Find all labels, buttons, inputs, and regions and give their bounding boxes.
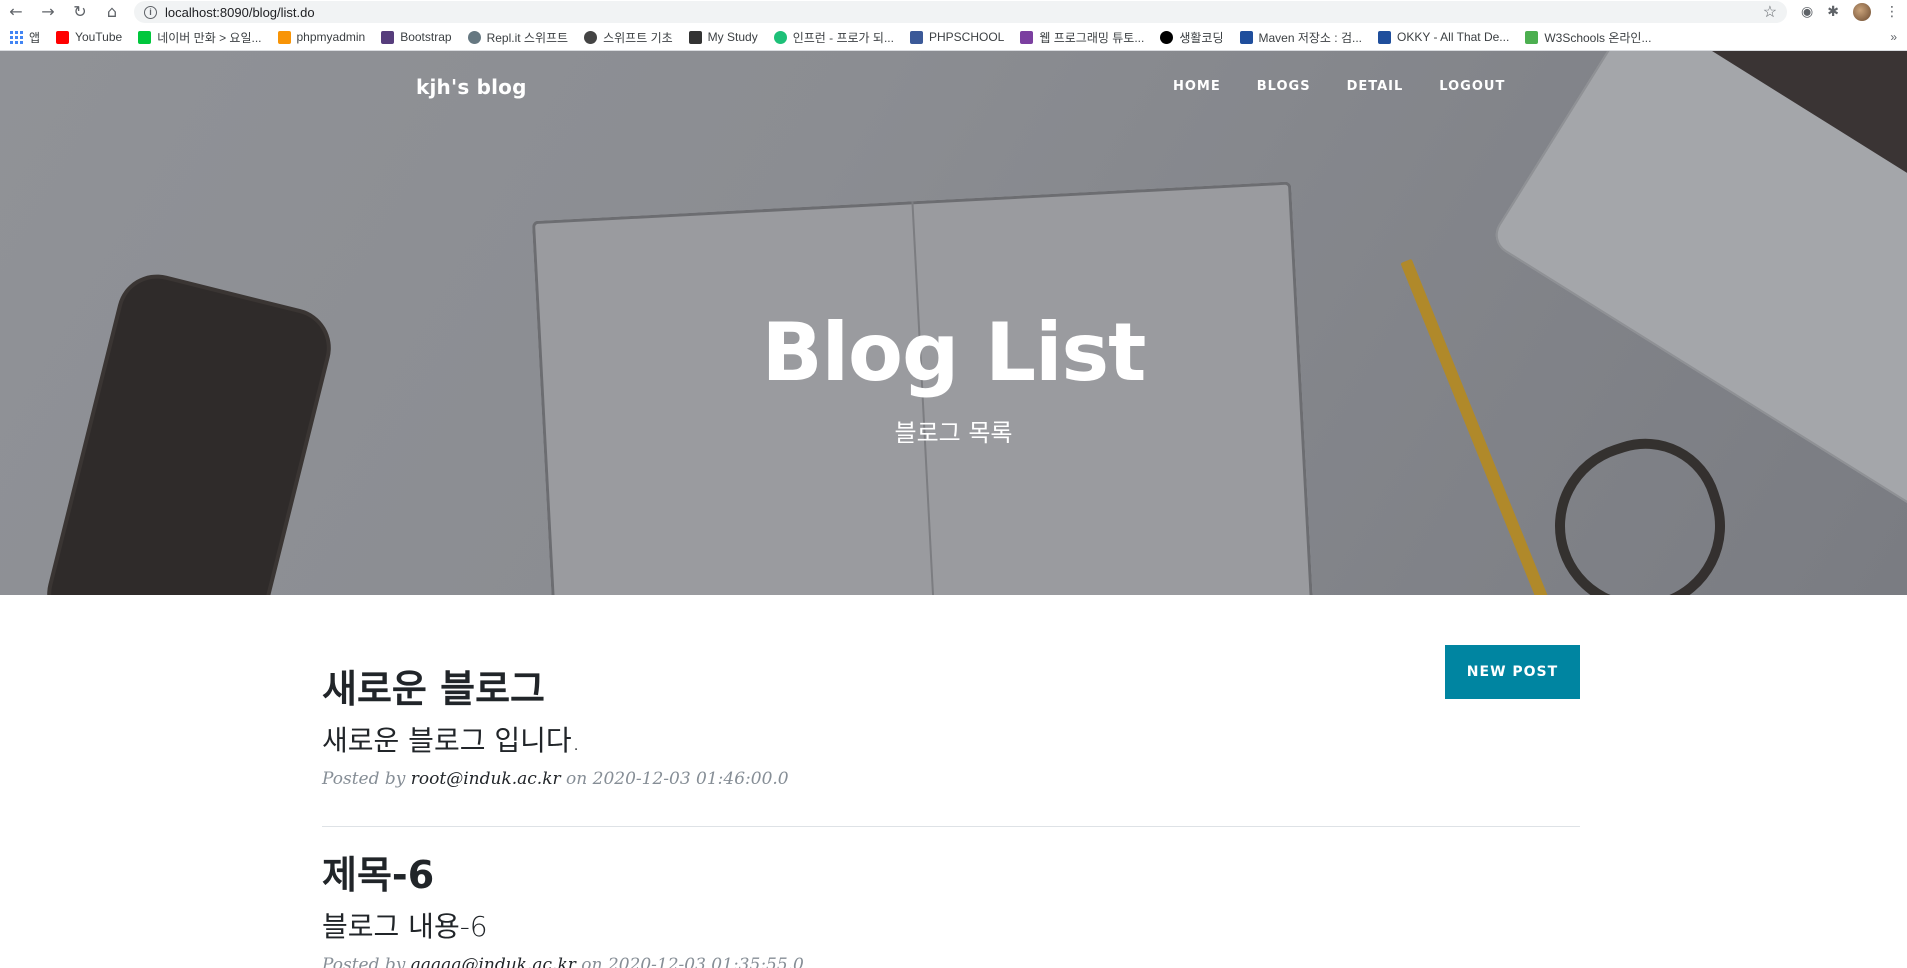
- info-icon[interactable]: i: [144, 5, 157, 19]
- apps-grid-icon: [10, 30, 23, 44]
- post-title[interactable]: 새로운 블로그: [322, 667, 1580, 713]
- bookmark-item[interactable]: 스위프트 기초: [584, 29, 673, 46]
- home-icon[interactable]: ⌂: [104, 4, 120, 20]
- bookmark-item[interactable]: My Study: [688, 30, 758, 44]
- bookmark-item[interactable]: Repl.it 스위프트: [467, 29, 568, 46]
- post-author[interactable]: aaaaa@induk.ac.kr: [411, 955, 576, 968]
- bookmark-item[interactable]: 인프런 - 프로가 되...: [773, 29, 894, 46]
- bookmark-item[interactable]: OKKY - All That De...: [1378, 30, 1509, 44]
- menu-dots-icon[interactable]: ⋮: [1885, 4, 1899, 20]
- globe-icon: [584, 30, 598, 44]
- post-date: 2020-12-03 01:35:55.0: [607, 954, 804, 968]
- profile-avatar[interactable]: [1853, 3, 1871, 21]
- bookmark-item[interactable]: PHPSCHOOL: [909, 30, 1004, 44]
- bookmark-item[interactable]: 네이버 만화 > 요일...: [138, 29, 262, 46]
- post-subtitle[interactable]: 새로운 블로그 입니다.: [322, 719, 1580, 759]
- brand-link[interactable]: kjh's blog: [416, 75, 527, 99]
- bookmark-item[interactable]: Bootstrap: [381, 30, 452, 44]
- youtube-icon: [56, 30, 70, 44]
- post-meta: Posted by aaaaa@induk.ac.kr on 2020-12-0…: [322, 955, 1580, 968]
- page-subtitle: 블로그 목록: [894, 419, 1013, 447]
- browser-nav-buttons: ← → ↻ ⌂: [8, 4, 120, 20]
- nav-blogs[interactable]: BLOGS: [1257, 79, 1311, 94]
- post-meta: Posted by root@induk.ac.kr on 2020-12-03…: [322, 768, 789, 789]
- post-date: 2020-12-03 01:46:00.0: [592, 768, 789, 789]
- bookmarks-overflow-icon[interactable]: »: [1890, 30, 1897, 44]
- post-preview[interactable]: 새로운 블로그 새로운 블로그 입니다. Posted by root@indu…: [322, 667, 1580, 789]
- okky-icon: [1378, 30, 1392, 44]
- maven-icon: [1239, 30, 1253, 44]
- post-preview[interactable]: 제목-6 블로그 내용-6 Posted by aaaaa@induk.ac.k…: [322, 853, 1580, 968]
- url-text[interactable]: localhost:8090/blog/list.do: [165, 5, 315, 20]
- nav-home[interactable]: HOME: [1173, 79, 1221, 94]
- extensions-icon[interactable]: ✱: [1827, 4, 1839, 20]
- nav-logout[interactable]: LOGOUT: [1439, 79, 1505, 94]
- main-navbar: kjh's blog HOME BLOGS DETAIL LOGOUT: [0, 69, 1907, 109]
- browser-toolbar: ← → ↻ ⌂ i localhost:8090/blog/list.do ☆ …: [0, 0, 1907, 24]
- hero-header: kjh's blog HOME BLOGS DETAIL LOGOUT Blog…: [0, 51, 1907, 595]
- code-icon: [1020, 30, 1034, 44]
- address-bar[interactable]: i localhost:8090/blog/list.do ☆: [134, 1, 1788, 23]
- camera-icon[interactable]: ◉: [1801, 4, 1813, 20]
- bookmark-item[interactable]: 생활코딩: [1160, 29, 1224, 46]
- w3schools-icon: [1525, 30, 1539, 44]
- naver-webtoon-icon: [138, 30, 152, 44]
- reload-icon[interactable]: ↻: [72, 4, 88, 20]
- bookmark-item[interactable]: YouTube: [56, 30, 122, 44]
- bookmark-item[interactable]: W3Schools 온라인...: [1525, 29, 1651, 46]
- post-list: NEW POST 새로운 블로그 새로운 블로그 입니다. Posted by …: [0, 595, 1907, 968]
- bookmark-item[interactable]: Maven 저장소 : 검...: [1239, 29, 1362, 46]
- post-divider: [322, 826, 1580, 827]
- inflearn-icon: [773, 30, 787, 44]
- phpmyadmin-icon: [277, 30, 291, 44]
- opentutorials-icon: [1160, 30, 1174, 44]
- bookmark-item[interactable]: 웹 프로그래밍 튜토...: [1020, 29, 1144, 46]
- browser-extension-icons: ◉ ✱ ⋮: [1801, 3, 1899, 21]
- page-title: Blog List: [761, 306, 1147, 399]
- post-author[interactable]: root@induk.ac.kr: [411, 769, 561, 789]
- nav-detail[interactable]: DETAIL: [1347, 79, 1404, 94]
- post-subtitle[interactable]: 블로그 내용-6: [322, 905, 1580, 945]
- bookmark-star-icon[interactable]: ☆: [1763, 2, 1777, 22]
- replit-icon: [467, 30, 481, 44]
- bootstrap-icon: [381, 30, 395, 44]
- back-icon[interactable]: ←: [8, 4, 24, 20]
- bookmark-item[interactable]: phpmyadmin: [277, 30, 365, 44]
- bookmarks-bar: 앱 YouTube 네이버 만화 > 요일... phpmyadmin Boot…: [0, 24, 1907, 51]
- phpschool-icon: [909, 30, 923, 44]
- bookmark-apps[interactable]: 앱: [10, 29, 40, 46]
- my-study-icon: [688, 30, 702, 44]
- post-title[interactable]: 제목-6: [322, 853, 1580, 899]
- nav-menu: HOME BLOGS DETAIL LOGOUT: [1173, 79, 1505, 94]
- forward-icon[interactable]: →: [40, 4, 56, 20]
